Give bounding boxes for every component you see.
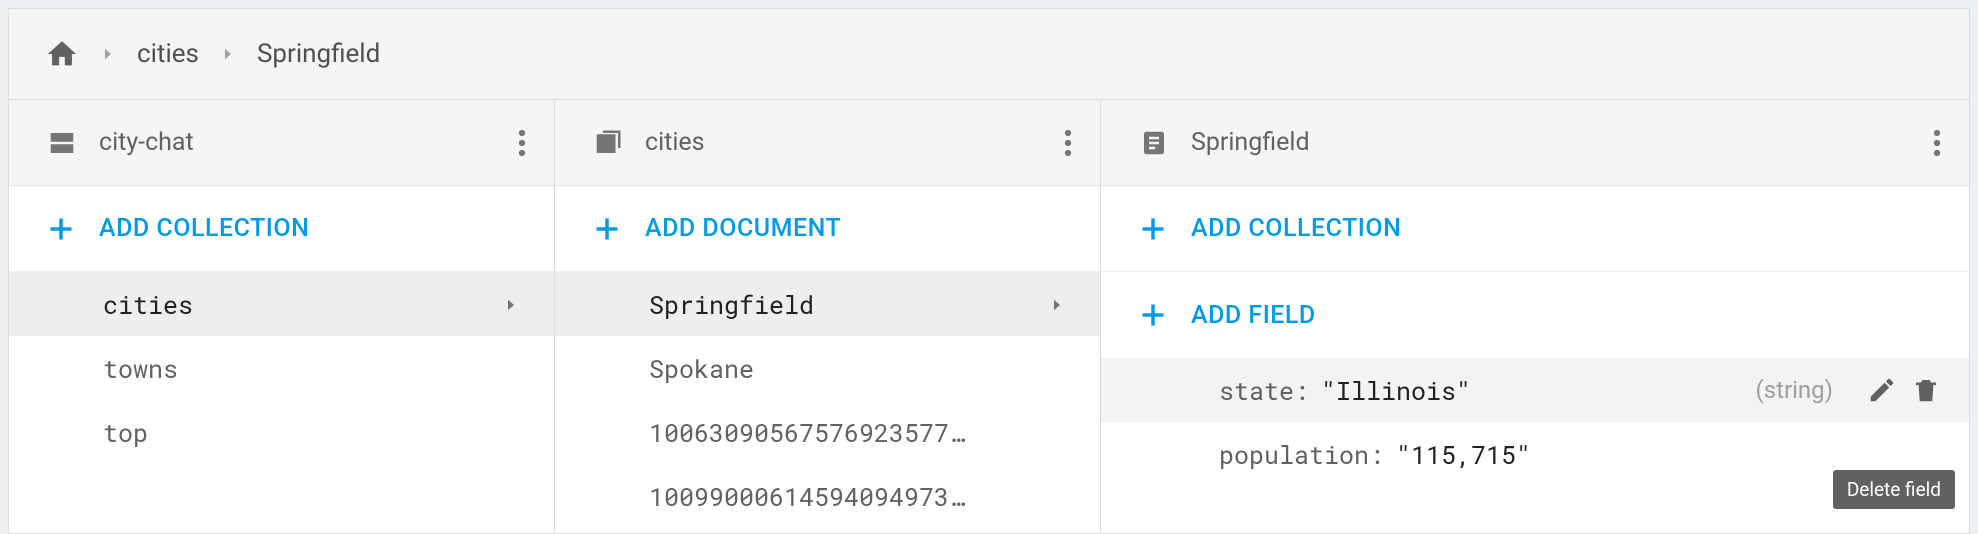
panel-title: cities [645, 128, 705, 157]
collection-item-cities[interactable]: cities [9, 272, 554, 336]
item-label: 10063090567576923577… [649, 416, 1066, 449]
item-label: top [103, 416, 520, 449]
panel-title: city-chat [99, 128, 194, 157]
plus-icon [1139, 301, 1167, 329]
breadcrumb-cities[interactable]: cities [137, 39, 199, 69]
document-icon [1139, 128, 1169, 158]
field-value: "115,715" [1396, 438, 1531, 471]
panel-header: cities [555, 100, 1100, 186]
document-item-springfield[interactable]: Springfield [555, 272, 1100, 336]
document-item[interactable]: 10063090567576923577… [555, 400, 1100, 464]
more-vert-icon[interactable] [518, 128, 526, 158]
item-label: Springfield [649, 288, 1048, 321]
item-label: 10099000614594094973… [649, 480, 1066, 513]
item-label: Spokane [649, 352, 1066, 385]
panel-header: city-chat [9, 100, 554, 186]
plus-icon [1139, 215, 1167, 243]
chevron-right-icon [1048, 288, 1066, 321]
collection-icon [593, 128, 623, 158]
field-key: population: [1219, 438, 1384, 471]
document-panel: Springfield ADD COLLECTION ADD FIELD sta… [1101, 100, 1969, 533]
project-panel: city-chat ADD COLLECTION cities towns [9, 100, 555, 533]
add-document-button[interactable]: ADD DOCUMENT [555, 186, 1100, 272]
collection-item-towns[interactable]: towns [9, 336, 554, 400]
collection-item-top[interactable]: top [9, 400, 554, 464]
add-label: ADD FIELD [1191, 301, 1316, 330]
field-type: (string) [1755, 376, 1833, 404]
chevron-right-icon [219, 45, 237, 63]
database-icon [47, 128, 77, 158]
collection-panel: cities ADD DOCUMENT Springfield Spokane [555, 100, 1101, 533]
edit-icon[interactable] [1867, 375, 1897, 405]
add-label: ADD COLLECTION [99, 214, 309, 243]
tooltip-delete-field: Delete field [1833, 470, 1955, 509]
add-label: ADD DOCUMENT [645, 214, 841, 243]
chevron-right-icon [99, 45, 117, 63]
plus-icon [593, 215, 621, 243]
field-key: state: [1219, 374, 1309, 407]
more-vert-icon[interactable] [1064, 128, 1072, 158]
add-field-button[interactable]: ADD FIELD [1101, 272, 1969, 358]
add-collection-button[interactable]: ADD COLLECTION [1101, 186, 1969, 272]
field-value: "Illinois" [1321, 374, 1471, 407]
breadcrumb-springfield[interactable]: Springfield [257, 39, 380, 69]
panel-title: Springfield [1191, 128, 1310, 157]
document-item-spokane[interactable]: Spokane [555, 336, 1100, 400]
add-collection-button[interactable]: ADD COLLECTION [9, 186, 554, 272]
document-item[interactable]: 10099000614594094973… [555, 464, 1100, 528]
item-label: cities [103, 288, 502, 321]
more-vert-icon[interactable] [1933, 128, 1941, 158]
panel-header: Springfield [1101, 100, 1969, 186]
home-icon[interactable] [45, 37, 79, 71]
add-label: ADD COLLECTION [1191, 214, 1401, 243]
item-label: towns [103, 352, 520, 385]
field-row-state[interactable]: state: "Illinois" (string) [1101, 358, 1969, 422]
chevron-right-icon [502, 288, 520, 321]
breadcrumb: cities Springfield [9, 9, 1969, 99]
delete-icon[interactable] [1911, 375, 1941, 405]
plus-icon [47, 215, 75, 243]
